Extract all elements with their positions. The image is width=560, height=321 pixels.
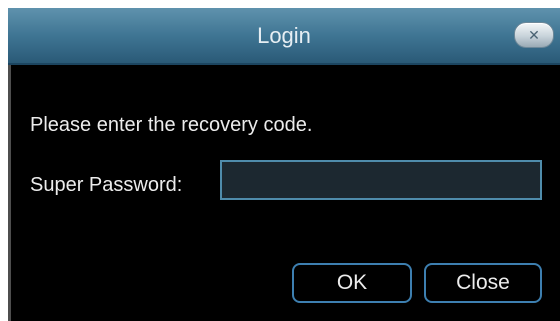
close-x-icon[interactable]: ✕ bbox=[514, 22, 554, 48]
close-button[interactable]: Close bbox=[424, 263, 542, 303]
ok-button[interactable]: OK bbox=[292, 263, 412, 303]
dialog-title: Login bbox=[257, 23, 311, 48]
recovery-prompt: Please enter the recovery code. bbox=[30, 114, 313, 136]
super-password-label: Super Password: bbox=[30, 174, 183, 196]
dialog-left-border bbox=[8, 65, 11, 321]
title-bar[interactable]: Login ✕ bbox=[8, 8, 560, 65]
super-password-input[interactable] bbox=[220, 160, 542, 200]
login-dialog: Login ✕ Please enter the recovery code. … bbox=[8, 8, 560, 321]
